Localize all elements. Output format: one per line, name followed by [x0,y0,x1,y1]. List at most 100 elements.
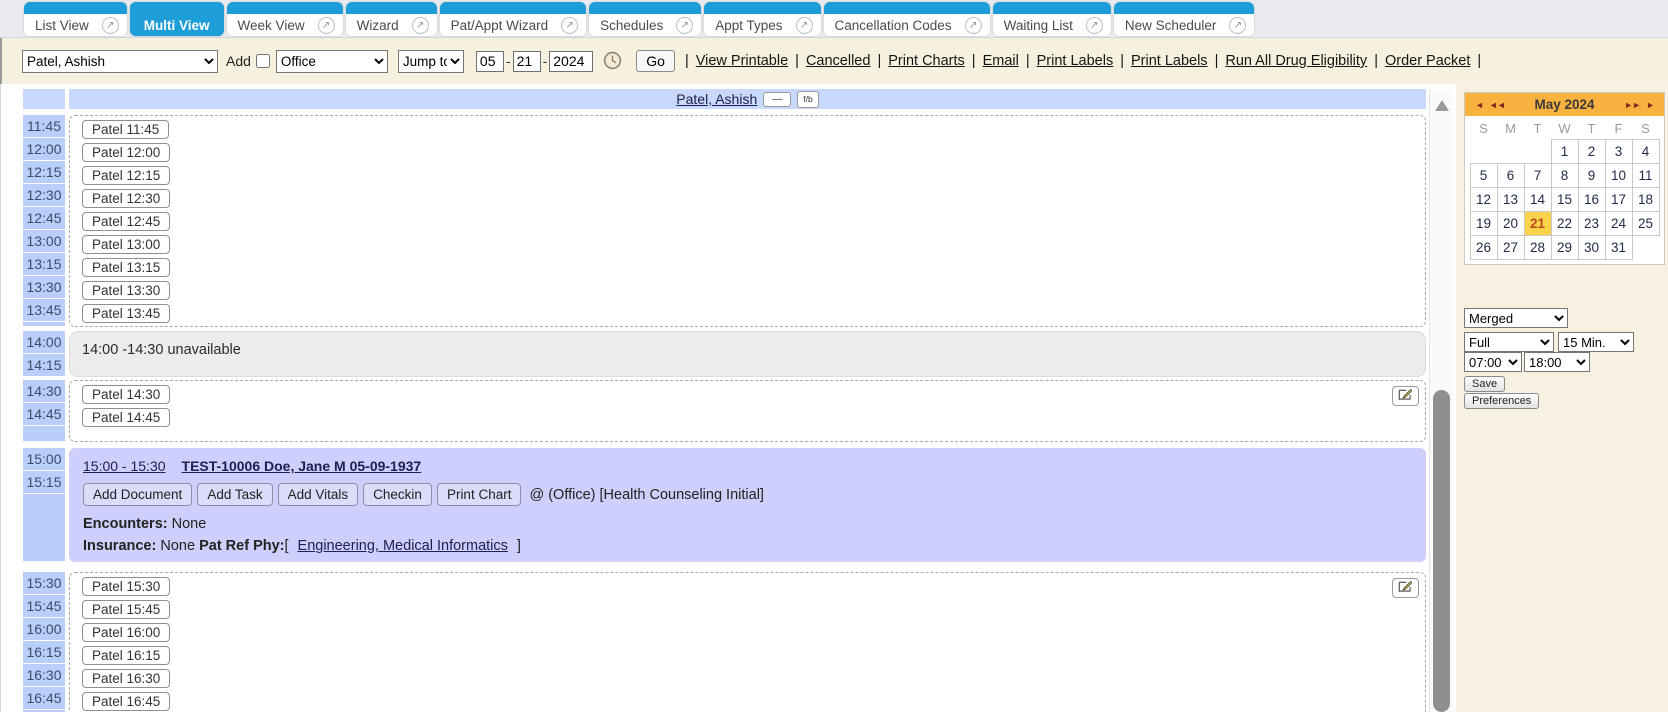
calendar-day-9[interactable]: 9 [1578,163,1605,187]
slot-button-patel-12-15[interactable]: Patel 12:15 [82,166,170,185]
slot-button-patel-12-00[interactable]: Patel 12:00 [82,143,170,162]
edit-slot-button[interactable] [1392,386,1419,406]
calendar-day-20[interactable]: 20 [1497,211,1524,235]
calendar-day-11[interactable]: 11 [1632,163,1659,187]
slot-button-patel-16-15[interactable]: Patel 16:15 [82,646,170,665]
slot-button-patel-13-15[interactable]: Patel 13:15 [82,258,170,277]
toolbar-link-order-packet[interactable]: Order Packet [1385,53,1470,69]
slot-button-patel-12-45[interactable]: Patel 12:45 [82,212,170,231]
slot-button-patel-13-45[interactable]: Patel 13:45 [82,304,170,323]
popout-icon[interactable]: ↗ [1086,17,1103,34]
calendar-day-4[interactable]: 4 [1632,139,1659,163]
slot-button-patel-13-30[interactable]: Patel 13:30 [82,281,170,300]
end-time-select[interactable]: 18:00 [1524,352,1590,372]
go-button[interactable]: Go [636,50,675,72]
slot-button-patel-14-45[interactable]: Patel 14:45 [82,408,170,427]
slot-button-patel-16-45[interactable]: Patel 16:45 [82,692,170,711]
print-chart-button[interactable]: Print Chart [437,483,522,506]
slot-button-patel-12-30[interactable]: Patel 12:30 [82,189,170,208]
provider-select[interactable]: Patel, Ashish [22,50,218,73]
toolbar-link-view-printable[interactable]: View Printable [696,53,788,69]
referring-physician-link[interactable]: Engineering, Medical Informatics [298,538,508,554]
popout-icon[interactable]: ↗ [1229,17,1246,34]
add-document-button[interactable]: Add Document [83,483,192,506]
popout-icon[interactable]: ↗ [965,17,982,34]
calendar-day-13[interactable]: 13 [1497,187,1524,211]
toolbar-link-email[interactable]: Email [983,53,1019,69]
calendar-prev-double-arrow-icon[interactable]: ◄◄ [1489,100,1505,110]
tab-appt-types[interactable]: Appt Types↗ [704,2,820,36]
date-month-input[interactable] [476,51,504,72]
interval-select[interactable]: 15 Min. [1558,332,1634,352]
calendar-day-30[interactable]: 30 [1578,235,1605,259]
provider-header-link[interactable]: Patel, Ashish [676,91,757,107]
calendar-day-17[interactable]: 17 [1605,187,1632,211]
toolbar-link-print-labels[interactable]: Print Labels [1037,53,1114,69]
calendar-day-3[interactable]: 3 [1605,139,1632,163]
toolbar-link-print-labels[interactable]: Print Labels [1131,53,1208,69]
calendar-day-5[interactable]: 5 [1470,163,1497,187]
preferences-button[interactable]: Preferences [1464,393,1539,409]
calendar-prev-arrow-icon[interactable]: ◄ [1475,100,1483,110]
calendar-day-28[interactable]: 28 [1524,235,1551,259]
appointment-block[interactable]: 15:00 - 15:30 TEST-10006 Doe, Jane M 05-0… [69,448,1426,562]
tab-waiting-list[interactable]: Waiting List↗ [993,2,1111,36]
edit-slot-button[interactable] [1392,578,1419,598]
calendar-day-26[interactable]: 26 [1470,235,1497,259]
calendar-next-double-arrow-icon[interactable]: ►► [1624,100,1640,110]
size-select[interactable]: Full [1464,332,1554,352]
popout-icon[interactable]: ↗ [318,17,335,34]
tab-cancellation-codes[interactable]: Cancellation Codes↗ [824,2,990,36]
start-time-select[interactable]: 07:00 [1464,352,1522,372]
popout-icon[interactable]: ↗ [796,17,813,34]
appointment-patient-link[interactable]: TEST-10006 Doe, Jane M 05-09-1937 [182,458,422,474]
slot-button-patel-14-30[interactable]: Patel 14:30 [82,385,170,404]
slot-button-patel-13-00[interactable]: Patel 13:00 [82,235,170,254]
fb-button[interactable]: f/b [797,91,818,108]
calendar-day-31[interactable]: 31 [1605,235,1632,259]
calendar-day-1[interactable]: 1 [1551,139,1578,163]
tab-schedules[interactable]: Schedules↗ [589,2,701,36]
popout-icon[interactable]: ↗ [561,17,578,34]
calendar-next-arrow-icon[interactable]: ► [1646,100,1654,110]
calendar-day-7[interactable]: 7 [1524,163,1551,187]
toolbar-link-cancelled[interactable]: Cancelled [806,53,871,69]
main-scrollbar[interactable] [1429,90,1453,712]
calendar-picker-clock-icon[interactable] [603,51,622,71]
date-year-input[interactable] [549,51,593,72]
date-day-input[interactable] [513,51,541,72]
calendar-day-8[interactable]: 8 [1551,163,1578,187]
calendar-day-29[interactable]: 29 [1551,235,1578,259]
calendar-day-25[interactable]: 25 [1632,211,1659,235]
jump-to-select[interactable]: Jump to [398,50,464,73]
calendar-day-23[interactable]: 23 [1578,211,1605,235]
slot-button-patel-15-45[interactable]: Patel 15:45 [82,600,170,619]
facility-select[interactable]: Office [276,50,388,73]
scroll-thumb[interactable] [1433,390,1450,712]
calendar-day-24[interactable]: 24 [1605,211,1632,235]
add-task-button[interactable]: Add Task [197,483,272,506]
add-vitals-button[interactable]: Add Vitals [278,483,359,506]
popout-icon[interactable]: ↗ [412,17,429,34]
calendar-day-22[interactable]: 22 [1551,211,1578,235]
slot-button-patel-16-00[interactable]: Patel 16:00 [82,623,170,642]
popout-icon[interactable]: ↗ [676,17,693,34]
calendar-day-15[interactable]: 15 [1551,187,1578,211]
calendar-day-19[interactable]: 19 [1470,211,1497,235]
calendar-day-21[interactable]: 21 [1524,211,1551,235]
calendar-day-6[interactable]: 6 [1497,163,1524,187]
popout-icon[interactable]: ↗ [102,17,119,34]
view-mode-select[interactable]: Merged [1464,308,1568,328]
calendar-day-2[interactable]: 2 [1578,139,1605,163]
slot-button-patel-15-30[interactable]: Patel 15:30 [82,577,170,596]
calendar-day-27[interactable]: 27 [1497,235,1524,259]
tab-wizard[interactable]: Wizard↗ [346,2,437,36]
calendar-day-16[interactable]: 16 [1578,187,1605,211]
toolbar-link-print-charts[interactable]: Print Charts [888,53,965,69]
checkin-button[interactable]: Checkin [363,483,432,506]
appointment-time-link[interactable]: 15:00 - 15:30 [83,458,166,474]
calendar-day-10[interactable]: 10 [1605,163,1632,187]
save-button[interactable]: Save [1464,376,1505,392]
add-checkbox[interactable] [256,54,270,68]
tab-new-scheduler[interactable]: New Scheduler↗ [1114,2,1255,36]
